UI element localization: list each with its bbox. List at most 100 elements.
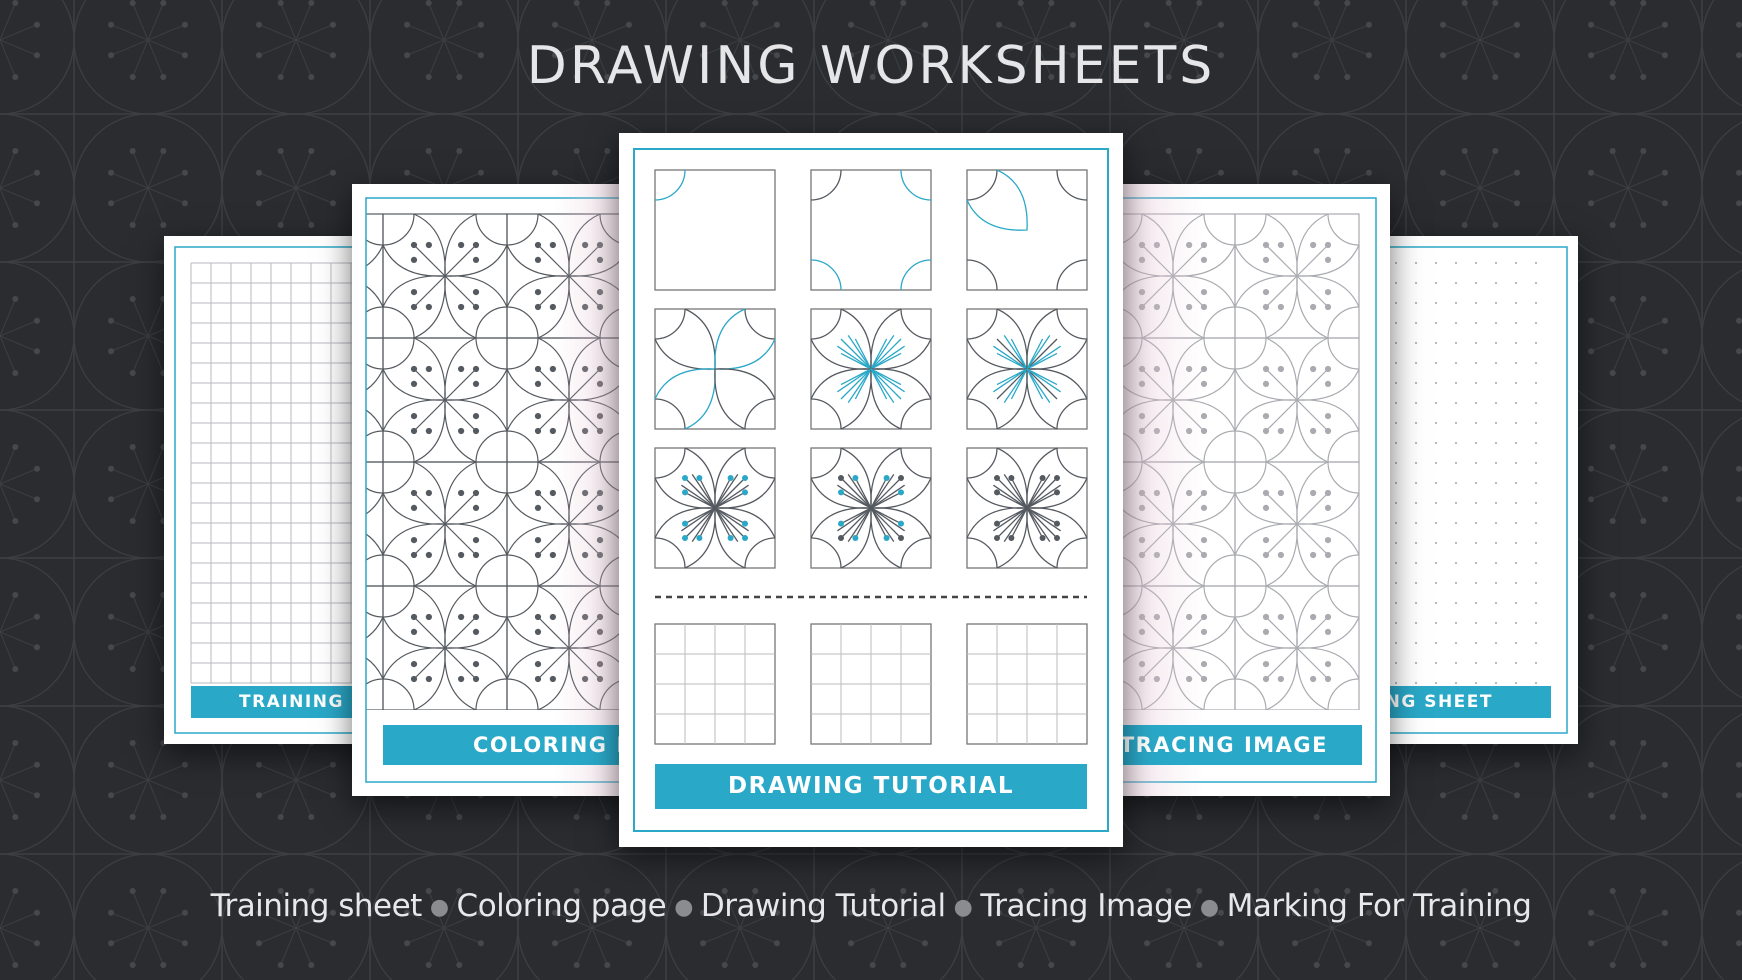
- stamen-line: [847, 335, 872, 370]
- corner-arc: [966, 447, 998, 479]
- shade: [352, 184, 640, 796]
- feature-item: Drawing Tutorial: [700, 888, 946, 924]
- coloring-pattern: [352, 184, 640, 796]
- feature-item: Tracing Image: [980, 888, 1192, 924]
- corner-arc: [900, 169, 932, 201]
- corner-arc: [810, 537, 842, 569]
- stamen-line: [870, 368, 905, 393]
- stamen-line: [996, 477, 1028, 509]
- corner-arc: [810, 259, 842, 291]
- stamen-line: [714, 477, 746, 509]
- stamen-dot: [994, 489, 1000, 496]
- corner-arc: [744, 308, 776, 340]
- stamen-line: [870, 507, 895, 542]
- stamen-dot: [696, 535, 703, 541]
- stamen-dot: [682, 520, 688, 527]
- petal: [714, 308, 776, 370]
- stamen-line: [870, 484, 905, 509]
- stamen-line: [847, 368, 872, 403]
- corner-arc: [744, 398, 776, 430]
- worksheet-label: DRAWING TUTORIAL: [655, 764, 1087, 809]
- corner-arc: [900, 259, 932, 291]
- worksheet-drawing-tutorial: DRAWING TUTORIAL: [619, 133, 1123, 847]
- bullet-icon: ●: [429, 895, 449, 920]
- corner-arc: [966, 537, 998, 569]
- corner-arc: [966, 308, 998, 340]
- stamen-line: [870, 345, 905, 370]
- corner-arc: [900, 308, 932, 340]
- feature-item: Marking For Training: [1226, 888, 1532, 924]
- corner-arc: [810, 447, 842, 479]
- corner-arc: [1056, 398, 1088, 430]
- stamen-dot: [838, 520, 844, 527]
- stamen-line: [993, 507, 1028, 532]
- stamen-line: [1026, 368, 1058, 400]
- stamen-dot: [742, 475, 748, 481]
- stamen-dot: [1054, 520, 1060, 527]
- stamen-line: [1003, 335, 1028, 370]
- corner-arc: [654, 398, 686, 430]
- stamen-line: [1026, 368, 1061, 393]
- petal: [654, 368, 716, 430]
- corner-arc: [654, 308, 686, 340]
- stamen-dot: [682, 489, 688, 496]
- feature-item: Training sheet: [210, 888, 423, 924]
- stamen-dot: [838, 489, 844, 496]
- stamen-dot: [1008, 535, 1015, 541]
- corner-arc: [966, 398, 998, 430]
- stamen-dot: [883, 535, 890, 541]
- corner-arc: [810, 308, 842, 340]
- stamen-dot: [742, 489, 748, 496]
- corner-arc: [1056, 447, 1088, 479]
- stamen-line: [837, 345, 872, 370]
- stamen-line: [1026, 507, 1051, 542]
- stamen-dot: [898, 535, 904, 541]
- stamen-line: [714, 507, 746, 539]
- stamen-line: [993, 345, 1028, 370]
- stamen-line: [714, 474, 739, 509]
- stamen-line: [870, 507, 905, 532]
- stamen-dot: [898, 475, 904, 481]
- tutorial-steps: [633, 148, 1109, 832]
- stamen-line: [684, 507, 716, 539]
- stamen-line: [714, 507, 739, 542]
- bullet-icon: ●: [674, 895, 693, 920]
- stamen-line: [837, 484, 872, 509]
- stamen-line: [870, 507, 902, 539]
- corner-arc: [1056, 169, 1088, 201]
- corner-arc: [900, 537, 932, 569]
- worksheet-tracing-image: TRACING IMAGE: [1102, 184, 1390, 796]
- bullet-icon: ●: [953, 895, 973, 920]
- corner-arc: [810, 169, 842, 201]
- stamen-line: [1026, 507, 1061, 532]
- feature-item: Coloring page: [456, 888, 667, 924]
- stamen-line: [1026, 477, 1058, 509]
- worksheet-label: COLORING PAGE: [383, 725, 640, 765]
- corner-arc: [900, 398, 932, 430]
- stamen-line: [840, 338, 872, 370]
- stamen-line: [714, 484, 749, 509]
- stamen-dot: [838, 535, 844, 541]
- stamen-line: [840, 477, 872, 509]
- corner-arc: [810, 398, 842, 430]
- shade: [1102, 184, 1390, 796]
- stamen-dot: [696, 475, 703, 481]
- bullet-icon: ●: [1199, 895, 1219, 920]
- stamen-line: [1026, 484, 1061, 509]
- corner-arc: [654, 169, 686, 201]
- stamen-dot: [1054, 489, 1060, 496]
- stamen-dot: [898, 489, 904, 496]
- corner-arc: [1056, 537, 1088, 569]
- tile-square: [654, 169, 776, 291]
- stamen-line: [996, 338, 1028, 370]
- stamen-line: [870, 335, 895, 370]
- stamen-dot: [682, 475, 688, 481]
- stamen-dot: [838, 475, 844, 481]
- stamen-dot: [994, 475, 1000, 481]
- stamen-line: [870, 477, 902, 509]
- stamen-line: [993, 368, 1028, 393]
- corner-arc: [1056, 308, 1088, 340]
- stamen-line: [691, 507, 716, 542]
- corner-arc: [744, 447, 776, 479]
- worksheet-coloring-page: COLORING PAGE: [352, 184, 640, 796]
